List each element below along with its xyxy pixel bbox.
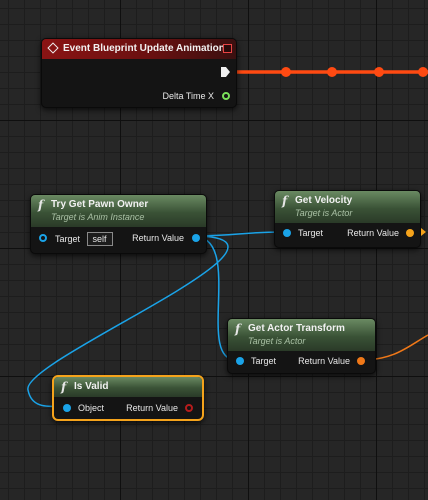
return-value-pin-icon[interactable] <box>192 234 200 242</box>
target-pin-icon[interactable] <box>283 229 291 237</box>
exec-wire-knot <box>374 67 384 77</box>
function-icon: f <box>235 322 241 336</box>
event-node-header: Event Blueprint Update Animation <box>42 39 236 59</box>
object-pin-icon[interactable] <box>63 404 71 412</box>
object-label: Object <box>78 403 105 413</box>
try-get-pawn-owner-subtitle: Target is Anim Instance <box>51 212 145 222</box>
get-velocity-title: Get Velocity <box>295 195 353 206</box>
get-actor-transform-title: Get Actor Transform <box>248 323 345 334</box>
try-get-pawn-owner-header: f Try Get Pawn Owner Target is Anim Inst… <box>31 195 206 227</box>
try-get-pawn-owner-title: Try Get Pawn Owner <box>51 199 149 210</box>
try-get-pawn-owner-node[interactable]: f Try Get Pawn Owner Target is Anim Inst… <box>30 194 207 254</box>
exec-wire-knot <box>281 67 291 77</box>
return-value-label: Return Value <box>126 403 178 413</box>
function-icon: f <box>282 194 288 208</box>
get-velocity-subtitle: Target is Actor <box>295 208 353 218</box>
return-value-pin-icon[interactable] <box>406 229 414 237</box>
delta-time-label: Delta Time X <box>162 91 214 101</box>
target-pin-icon[interactable] <box>236 357 244 365</box>
target-label: Target <box>251 356 277 366</box>
target-label: Target <box>298 228 324 238</box>
function-icon: f <box>38 198 44 212</box>
event-diamond-icon <box>47 42 59 54</box>
is-valid-header: f Is Valid <box>54 377 202 397</box>
return-value-pin-icon[interactable] <box>185 404 193 412</box>
get-actor-transform-header: f Get Actor Transform Target is Actor <box>228 319 375 351</box>
event-blueprint-update-animation-node[interactable]: Event Blueprint Update Animation Delta T… <box>41 38 237 108</box>
target-self-field[interactable]: self <box>86 232 113 246</box>
exec-out-pin-icon[interactable] <box>221 67 230 77</box>
function-icon: f <box>61 380 67 394</box>
is-valid-node[interactable]: f Is Valid Object Return Value <box>52 375 204 421</box>
is-valid-title: Is Valid <box>74 381 109 392</box>
event-node-title: Event Blueprint Update Animation <box>63 43 225 54</box>
return-value-label: Return Value <box>132 233 184 243</box>
get-velocity-node[interactable]: f Get Velocity Target is Actor Target Re… <box>274 190 421 248</box>
get-velocity-header: f Get Velocity Target is Actor <box>275 191 420 223</box>
return-value-pin-icon[interactable] <box>357 357 365 365</box>
target-label: Target <box>55 234 81 244</box>
return-value-label: Return Value <box>347 228 399 238</box>
return-value-label: Return Value <box>298 356 350 366</box>
exec-wire-knot <box>418 67 428 77</box>
get-actor-transform-node[interactable]: f Get Actor Transform Target is Actor Ta… <box>227 318 376 374</box>
get-actor-transform-subtitle: Target is Actor <box>248 336 306 346</box>
velocity-out-arrow-icon <box>421 228 426 236</box>
exec-wire-knot <box>327 67 337 77</box>
delta-time-pin-icon[interactable] <box>222 92 230 100</box>
event-node-delegate-icon[interactable] <box>223 44 232 53</box>
target-pin-icon[interactable] <box>39 234 47 242</box>
